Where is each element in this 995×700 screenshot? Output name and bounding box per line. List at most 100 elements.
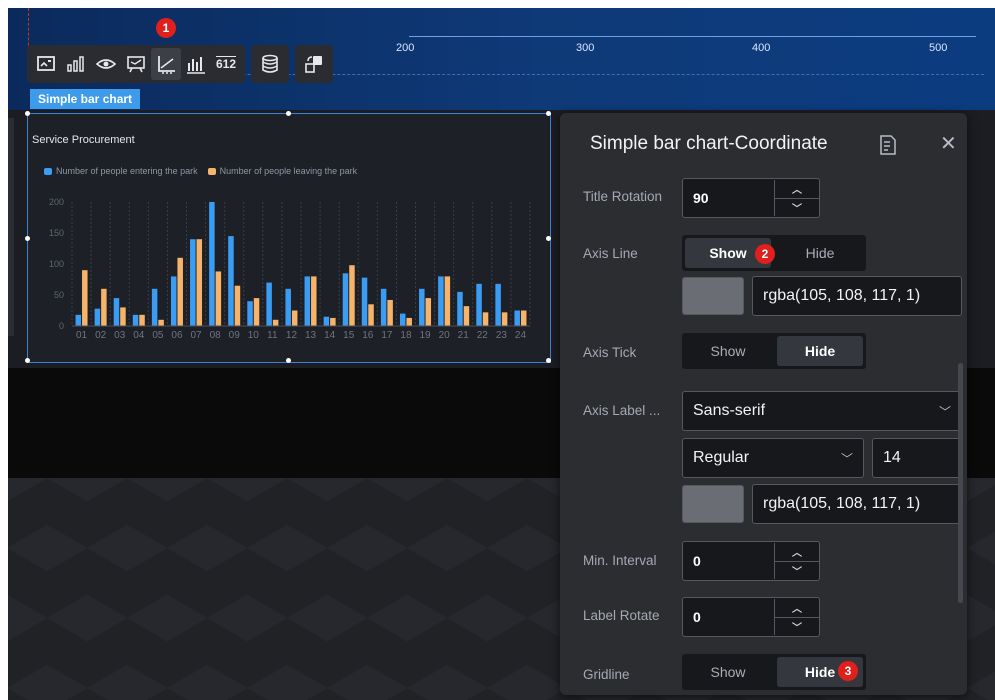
bar-leaving[interactable] <box>291 310 298 327</box>
resize-handle[interactable] <box>25 358 30 363</box>
interaction-icon[interactable] <box>299 48 329 80</box>
x-tick-label: 06 <box>171 330 183 341</box>
resize-handle[interactable] <box>546 111 551 116</box>
axis-line-label: Axis Line <box>583 246 638 261</box>
bar-entering[interactable] <box>266 282 272 326</box>
bar-leaving[interactable] <box>387 299 393 326</box>
bar-entering[interactable] <box>399 313 406 326</box>
resize-handle[interactable] <box>546 236 551 241</box>
bar-entering[interactable] <box>342 273 349 326</box>
bar-entering[interactable] <box>151 288 158 326</box>
bar-leaving[interactable] <box>101 288 107 326</box>
resize-handle[interactable] <box>286 358 291 363</box>
bar-leaving[interactable] <box>501 312 508 326</box>
series-icon[interactable] <box>181 48 211 80</box>
gridline-show-button[interactable]: Show <box>685 657 771 687</box>
bar-entering[interactable] <box>132 314 139 326</box>
label-rotate-stepper[interactable]: 0 ︿ ﹀ <box>682 597 820 637</box>
bar-entering[interactable] <box>457 291 463 326</box>
bar-entering[interactable] <box>495 283 501 326</box>
bar-leaving[interactable] <box>253 298 260 326</box>
bar-leaving[interactable] <box>444 276 451 326</box>
bar-leaving[interactable] <box>520 310 527 327</box>
bar-leaving[interactable] <box>177 257 183 326</box>
axis-line-color-input[interactable]: rgba(105, 108, 117, 1) <box>752 276 962 316</box>
axis-label-color-swatch[interactable] <box>682 485 744 523</box>
increment-icon[interactable]: ︿ <box>775 599 819 618</box>
component-tag[interactable]: Simple bar chart <box>30 89 141 109</box>
font-weight-select[interactable]: Regular ﹀ <box>682 438 864 478</box>
font-family-select[interactable]: Sans-serif ﹀ <box>682 391 962 431</box>
bar-leaving[interactable] <box>425 298 432 326</box>
bar-leaving[interactable] <box>330 317 336 326</box>
axis-label-color-input[interactable]: rgba(105, 108, 117, 1) <box>752 484 962 524</box>
x-tick-label: 08 <box>210 330 222 341</box>
axis-tick-hide-button[interactable]: Hide <box>777 336 863 366</box>
bar-entering[interactable] <box>209 202 215 326</box>
axis-line-color-swatch[interactable] <box>682 277 744 315</box>
comment-icon[interactable] <box>121 48 151 80</box>
min-interval-stepper[interactable]: 0 ︿ ﹀ <box>682 541 820 581</box>
bar-chart-component[interactable]: Service Procurement Number of people ent… <box>25 111 551 363</box>
axis-icon[interactable]: 1 <box>151 18 181 80</box>
bar-entering[interactable] <box>285 288 291 326</box>
bar-entering[interactable] <box>113 298 120 326</box>
bar-leaving[interactable] <box>139 314 145 326</box>
bar-entering[interactable] <box>419 288 425 326</box>
stepper-controls: ︿ ﹀ <box>774 180 819 216</box>
number-612-icon[interactable]: 612 <box>211 48 241 80</box>
bar-entering[interactable] <box>323 316 330 326</box>
resize-handle[interactable] <box>25 111 30 116</box>
increment-icon[interactable]: ︿ <box>775 180 819 199</box>
bar-leaving[interactable] <box>196 239 203 326</box>
resize-handle[interactable] <box>25 236 30 241</box>
bar-leaving[interactable] <box>368 304 374 326</box>
bar-leaving[interactable] <box>482 312 489 326</box>
bar-leaving[interactable] <box>234 285 241 326</box>
bar-entering[interactable] <box>476 283 482 326</box>
bar-leaving[interactable] <box>349 265 355 326</box>
bar-entering[interactable] <box>361 277 368 326</box>
top-axis-line <box>409 36 976 37</box>
bar-entering[interactable] <box>304 276 311 326</box>
bar-entering[interactable] <box>514 310 520 327</box>
x-tick-label: 11 <box>267 330 278 341</box>
bar-leaving[interactable] <box>406 317 412 326</box>
bar-entering[interactable] <box>247 301 253 326</box>
decrement-icon[interactable]: ﹀ <box>775 562 819 580</box>
x-tick-label: 04 <box>133 330 145 341</box>
bar-leaving[interactable] <box>272 319 279 326</box>
bar-entering[interactable] <box>170 276 177 326</box>
bar-leaving[interactable] <box>463 306 470 326</box>
close-icon[interactable]: ✕ <box>940 131 957 156</box>
database-icon[interactable] <box>255 48 285 80</box>
decrement-icon[interactable]: ﹀ <box>775 618 819 636</box>
increment-icon[interactable]: ︿ <box>775 543 819 562</box>
bar-leaving[interactable] <box>120 307 126 326</box>
panel-scrollbar[interactable] <box>958 363 963 603</box>
axis-tick-show-button[interactable]: Show <box>685 336 771 366</box>
axis-line-hide-button[interactable]: Hide <box>777 238 863 268</box>
resize-handle[interactable] <box>286 111 291 116</box>
font-size-input[interactable]: 14 <box>872 438 962 478</box>
bar-leaving[interactable] <box>82 270 88 326</box>
bar-leaving[interactable] <box>158 319 164 326</box>
bar-entering[interactable] <box>75 314 82 326</box>
bar-entering[interactable] <box>380 288 387 326</box>
bar-entering[interactable] <box>190 239 196 326</box>
chevron-down-icon: ﹀ <box>938 404 951 419</box>
bar-leaving[interactable] <box>215 271 222 326</box>
image-icon[interactable] <box>31 48 61 80</box>
label-rotate-value: 0 <box>693 609 701 625</box>
x-tick-label: 12 <box>286 330 298 341</box>
eye-icon[interactable] <box>91 48 121 80</box>
bar-leaving[interactable] <box>311 276 317 326</box>
bar-entering[interactable] <box>228 236 234 326</box>
bar-entering[interactable] <box>94 308 101 326</box>
bar-chart-icon[interactable] <box>61 48 91 80</box>
decrement-icon[interactable]: ﹀ <box>775 199 819 217</box>
bar-entering[interactable] <box>438 276 444 326</box>
title-rotation-stepper[interactable]: 90 ︿ ﹀ <box>682 178 820 218</box>
document-icon[interactable] <box>878 134 898 156</box>
resize-handle[interactable] <box>546 358 551 363</box>
